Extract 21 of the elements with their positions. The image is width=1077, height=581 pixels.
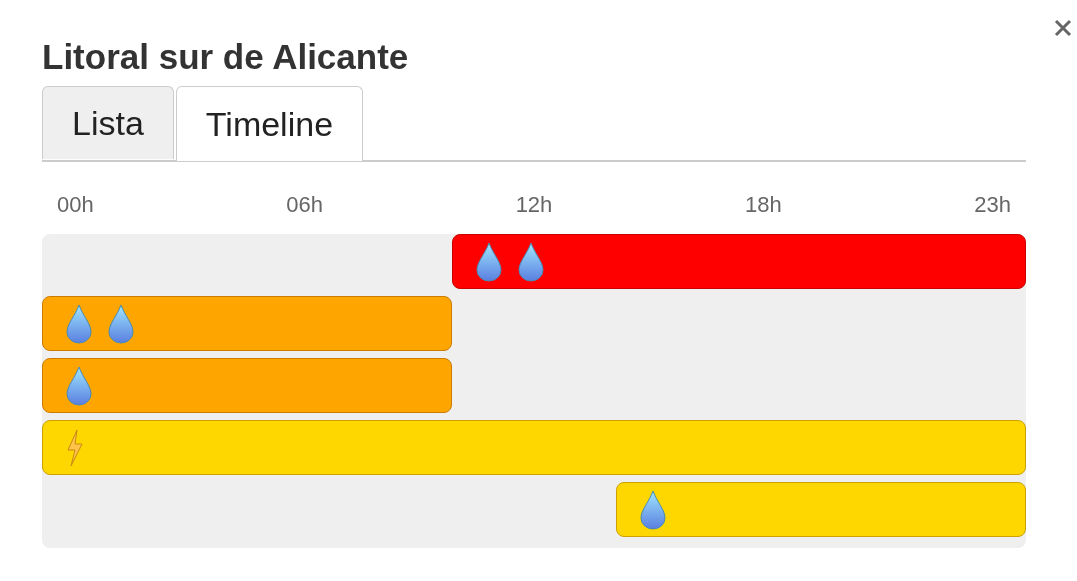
lightning-icon — [65, 427, 85, 468]
hour-label: 12h — [515, 192, 553, 219]
warning-bar[interactable] — [42, 296, 453, 351]
hour-label: 06h — [286, 192, 324, 219]
tab[interactable]: Lista — [42, 86, 174, 159]
raindrop-icon — [65, 365, 93, 406]
hour-label: 23h — [974, 192, 1011, 219]
raindrop-icon — [475, 241, 504, 282]
raindrop-icon — [638, 489, 667, 530]
warning-bar[interactable] — [42, 358, 453, 413]
panel-title: Litoral sur de Alicante — [42, 36, 410, 78]
warning-bar[interactable] — [615, 482, 1026, 537]
raindrop-icon — [517, 241, 546, 282]
hour-label: 00h — [57, 192, 94, 219]
close-icon[interactable] — [1053, 18, 1073, 38]
raindrop-icon — [107, 303, 135, 344]
warning-bar[interactable] — [452, 234, 1026, 289]
hour-label: 18h — [744, 192, 782, 219]
tab[interactable]: Timeline — [175, 86, 364, 161]
raindrop-icon — [65, 303, 93, 344]
warning-bar[interactable] — [42, 420, 1026, 475]
